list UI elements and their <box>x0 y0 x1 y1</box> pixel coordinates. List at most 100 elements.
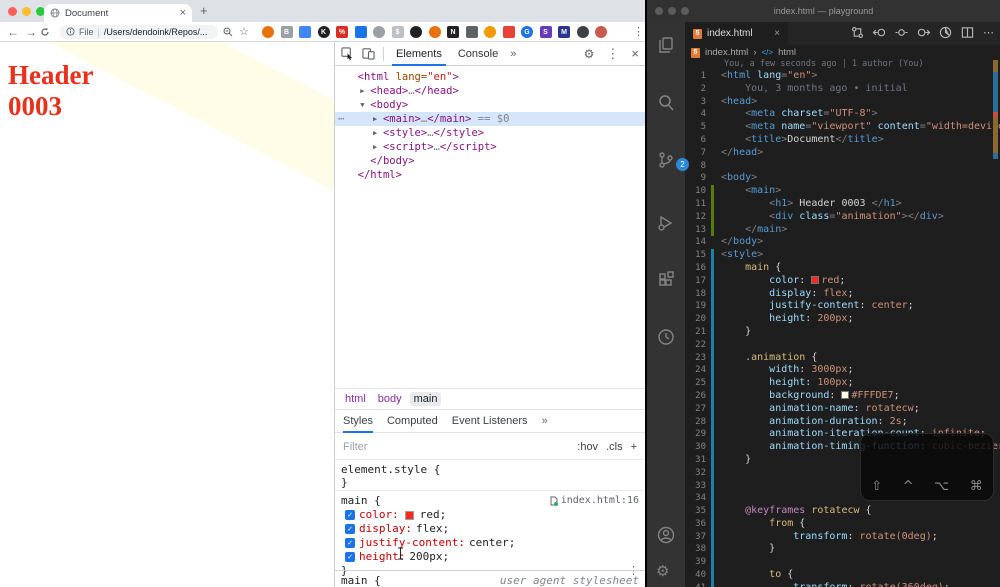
breadcrumb-main[interactable]: main <box>409 392 442 406</box>
bookmark-star-icon[interactable]: ☆ <box>239 25 249 38</box>
extension-icon[interactable]: G <box>521 26 533 38</box>
extension-icon[interactable] <box>502 26 515 38</box>
extension-icon[interactable] <box>428 26 441 38</box>
breadcrumb-file[interactable]: index.html <box>705 47 748 58</box>
more-tabs-icon[interactable]: » <box>510 48 516 60</box>
back-button[interactable]: ← <box>4 25 22 39</box>
extension-icon[interactable] <box>465 26 478 38</box>
minimize-window-button[interactable] <box>668 7 676 15</box>
extension-icon[interactable] <box>410 26 422 38</box>
element-style-block[interactable]: element.style { } <box>335 461 645 491</box>
extension-icon[interactable]: K <box>317 26 330 38</box>
account-icon[interactable] <box>656 525 676 545</box>
compare-changes-icon[interactable] <box>851 26 864 39</box>
code-editor[interactable]: 1 <html lang="en"> 2 You, 3 months ago • i… <box>685 70 1000 587</box>
class-toggle[interactable]: .cls <box>606 441 623 453</box>
settings-gear-icon[interactable]: ⚙ <box>656 562 669 580</box>
dom-node-selected[interactable]: ⋯ ▶ <main>…</main> == $0 <box>335 112 645 126</box>
css-property-row[interactable]: ✓ height: 200px; <box>341 550 639 564</box>
inspect-element-icon[interactable] <box>341 47 354 60</box>
tab-console[interactable]: Console <box>454 42 502 66</box>
timeline-extension-icon[interactable] <box>656 327 676 347</box>
breadcrumb-html[interactable]: html <box>341 392 370 406</box>
devtools-close-icon[interactable]: × <box>631 46 639 61</box>
source-link[interactable]: index.html:16 <box>550 494 639 508</box>
property-checkbox[interactable]: ✓ <box>345 552 355 562</box>
expand-arrow-icon[interactable]: ▶ <box>373 140 383 154</box>
devtools-menu-icon[interactable]: ⋮ <box>606 46 619 62</box>
settings-gear-icon[interactable]: ⚙ <box>584 47 595 61</box>
css-property-row[interactable]: ✓ color: red; <box>341 508 639 522</box>
rule-selector[interactable]: main { <box>341 494 381 508</box>
extension-icon[interactable] <box>299 26 311 38</box>
extensions-icon[interactable] <box>656 270 676 290</box>
more-panel-tabs-icon[interactable]: » <box>542 415 548 427</box>
browser-tab[interactable]: Document × <box>44 4 192 22</box>
extension-icon[interactable] <box>484 26 496 38</box>
extension-icon[interactable]: B <box>280 26 293 38</box>
navigate-back-icon[interactable] <box>873 26 886 39</box>
maximize-window-button[interactable] <box>681 7 689 15</box>
dom-node[interactable]: <html lang="en"> <box>335 70 645 84</box>
address-bar[interactable]: File | /Users/dendoink/Repos/... <box>60 24 218 39</box>
expand-arrow-icon[interactable]: ▶ <box>373 112 383 126</box>
extension-icon[interactable]: M <box>558 26 570 38</box>
tab-elements[interactable]: Elements <box>392 42 446 66</box>
extension-icon[interactable]: % <box>336 26 348 38</box>
extension-icon[interactable]: N <box>447 26 459 38</box>
dom-node[interactable]: ▶ <head>…</head> <box>335 84 645 98</box>
close-window-button[interactable] <box>8 7 17 16</box>
dom-node[interactable]: ▶ <style>…</style> <box>335 126 645 140</box>
expand-arrow-icon[interactable]: ▶ <box>373 126 383 140</box>
property-checkbox[interactable]: ✓ <box>345 510 355 520</box>
tab-computed[interactable]: Computed <box>387 409 438 433</box>
tab-event-listeners[interactable]: Event Listeners <box>452 409 528 433</box>
property-checkbox[interactable]: ✓ <box>345 524 355 534</box>
toggle-blame-icon[interactable] <box>895 26 908 39</box>
codelens-annotation[interactable]: You, a few seconds ago | 1 author (You) <box>724 59 924 69</box>
new-style-rule-button[interactable]: + <box>631 441 637 453</box>
property-checkbox[interactable]: ✓ <box>345 538 355 548</box>
color-swatch[interactable] <box>404 510 414 520</box>
styles-filter-input[interactable] <box>343 440 570 453</box>
dom-node[interactable]: </body> <box>335 154 645 168</box>
extension-icon[interactable]: S <box>539 26 552 38</box>
tab-index-html[interactable]: 5 index.html × <box>685 22 788 45</box>
tab-close-icon[interactable]: × <box>774 28 780 39</box>
forward-button[interactable]: → <box>22 25 40 39</box>
extension-icon[interactable]: $ <box>391 26 404 38</box>
extension-icon[interactable] <box>354 26 367 38</box>
breadcrumb-symbol[interactable]: html <box>778 47 796 58</box>
breadcrumb-body[interactable]: body <box>374 392 406 406</box>
split-editor-icon[interactable] <box>961 26 974 39</box>
dom-node[interactable]: </html> <box>335 168 645 182</box>
extension-icon[interactable] <box>373 26 385 38</box>
zoom-icon[interactable] <box>223 27 233 37</box>
search-icon[interactable] <box>656 93 676 113</box>
reload-button[interactable] <box>40 27 58 37</box>
dom-node[interactable]: ▼ <body> <box>335 98 645 112</box>
run-debug-icon[interactable] <box>656 213 676 233</box>
tab-close-icon[interactable]: × <box>180 7 186 19</box>
source-control-icon[interactable]: 2 <box>656 150 689 171</box>
navigate-forward-icon[interactable] <box>917 26 930 39</box>
close-window-button[interactable] <box>655 7 663 15</box>
tab-styles[interactable]: Styles <box>343 409 373 433</box>
explorer-icon[interactable] <box>656 35 676 55</box>
info-icon[interactable] <box>66 27 75 36</box>
open-preview-icon[interactable] <box>939 26 952 39</box>
pseudo-state-toggle[interactable]: :hov <box>577 441 598 453</box>
css-property-row[interactable]: ✓ justify-content: center; <box>341 536 639 550</box>
device-toolbar-icon[interactable] <box>362 47 375 60</box>
overview-ruler[interactable] <box>993 0 998 587</box>
new-tab-button[interactable]: + <box>200 3 208 18</box>
css-property-row[interactable]: ✓ display: flex; <box>341 522 639 536</box>
extension-icon[interactable] <box>576 26 589 38</box>
extension-icon[interactable] <box>262 26 274 38</box>
expand-arrow-icon[interactable]: ▶ <box>360 84 370 98</box>
chrome-menu-icon[interactable]: ⋮ <box>633 25 644 38</box>
dom-node[interactable]: ▶ <script>…</script> <box>335 140 645 154</box>
expand-arrow-icon[interactable]: ▼ <box>360 98 370 112</box>
minimize-window-button[interactable] <box>22 7 31 16</box>
extension-icon[interactable] <box>595 26 607 38</box>
